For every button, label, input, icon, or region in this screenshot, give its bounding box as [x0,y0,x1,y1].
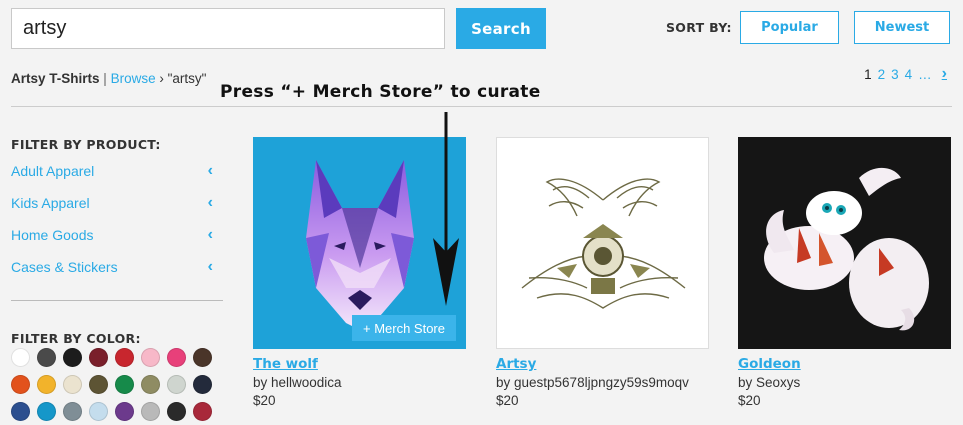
breadcrumb-browse-link[interactable]: Browse [111,71,156,86]
product-title[interactable]: Goldeon [738,356,951,372]
color-swatch[interactable] [63,375,82,394]
product-title[interactable]: Artsy [496,356,709,372]
filter-item-kids-apparel[interactable]: Kids Apparel ‹ [11,193,213,213]
sort-by-label: SORT BY: [666,20,732,35]
pagination: 1 2 3 4 … › [864,65,947,83]
chevron-left-icon: ‹ [207,162,213,179]
breadcrumb-chevron: › [159,71,164,86]
product-title[interactable]: The wolf [253,356,466,372]
filter-item-adult-apparel[interactable]: Adult Apparel ‹ [11,161,213,181]
annotation-arrow [433,112,459,306]
product-image-artsy[interactable] [496,137,709,349]
color-swatch[interactable] [115,348,134,367]
color-swatch[interactable] [63,348,82,367]
sidebar-divider [11,300,223,301]
product-price: $20 [253,393,276,408]
color-swatch[interactable] [193,375,212,394]
color-swatch[interactable] [63,402,82,421]
product-price: $20 [738,393,761,408]
page-current: 1 [864,66,872,82]
sort-popular-button[interactable]: Popular [740,11,839,44]
color-swatch[interactable] [37,348,56,367]
breadcrumb-query: "artsy" [167,71,207,86]
header-divider [11,106,952,107]
merch-store-button[interactable]: + Merch Store [352,315,456,341]
color-swatch[interactable] [11,402,30,421]
product-card[interactable]: Artsy by guestp5678ljpngzy59s9moqv $20 [496,137,709,408]
color-swatch[interactable] [167,402,186,421]
color-swatch[interactable] [115,375,134,394]
color-swatch[interactable] [193,348,212,367]
product-price: $20 [496,393,519,408]
filter-color-title: FILTER BY COLOR: [11,331,141,346]
page-link-3[interactable]: 3 [891,67,899,82]
color-swatch[interactable] [37,375,56,394]
breadcrumb: Artsy T-Shirts | Browse › "artsy" [11,71,206,86]
chevron-left-icon: ‹ [207,258,213,275]
crest-artwork [521,178,686,309]
color-swatch[interactable] [89,348,108,367]
annotation-text: Press “+ Merch Store” to curate [220,82,541,102]
product-image-goldeon[interactable] [738,137,951,349]
color-swatch[interactable] [167,348,186,367]
color-swatch[interactable] [141,402,160,421]
filter-item-label: Cases & Stickers [11,259,118,275]
filter-product-title: FILTER BY PRODUCT: [11,137,161,152]
color-swatch[interactable] [11,375,30,394]
color-swatch[interactable] [141,348,160,367]
filter-item-cases-stickers[interactable]: Cases & Stickers ‹ [11,257,213,277]
product-artist: by Seoxys [738,375,801,390]
color-swatch[interactable] [193,402,212,421]
chevron-left-icon: ‹ [207,226,213,243]
search-button[interactable]: Search [456,8,546,49]
product-artist: by hellwoodica [253,375,342,390]
breadcrumb-separator: | [103,71,107,86]
breadcrumb-title: Artsy T-Shirts [11,71,100,86]
goldeon-artwork [764,167,929,331]
color-swatch[interactable] [115,402,134,421]
color-swatch[interactable] [37,402,56,421]
filter-item-home-goods[interactable]: Home Goods ‹ [11,225,213,245]
color-swatch[interactable] [141,375,160,394]
product-card[interactable]: Goldeon by Seoxys $20 [738,137,951,408]
color-swatch[interactable] [89,402,108,421]
color-swatches [11,348,217,421]
color-swatch[interactable] [89,375,108,394]
page-ellipsis: … [918,66,932,82]
color-swatch[interactable] [167,375,186,394]
chevron-left-icon: ‹ [207,194,213,211]
product-artist: by guestp5678ljpngzy59s9moqv [496,375,689,390]
filter-item-label: Home Goods [11,227,94,243]
filter-item-label: Adult Apparel [11,163,95,179]
next-page-icon[interactable]: › [942,65,947,83]
filter-item-label: Kids Apparel [11,195,90,211]
color-swatch[interactable] [11,348,30,367]
search-input[interactable] [11,8,445,49]
page-link-2[interactable]: 2 [878,67,886,82]
page-link-4[interactable]: 4 [905,67,913,82]
sort-newest-button[interactable]: Newest [854,11,950,44]
